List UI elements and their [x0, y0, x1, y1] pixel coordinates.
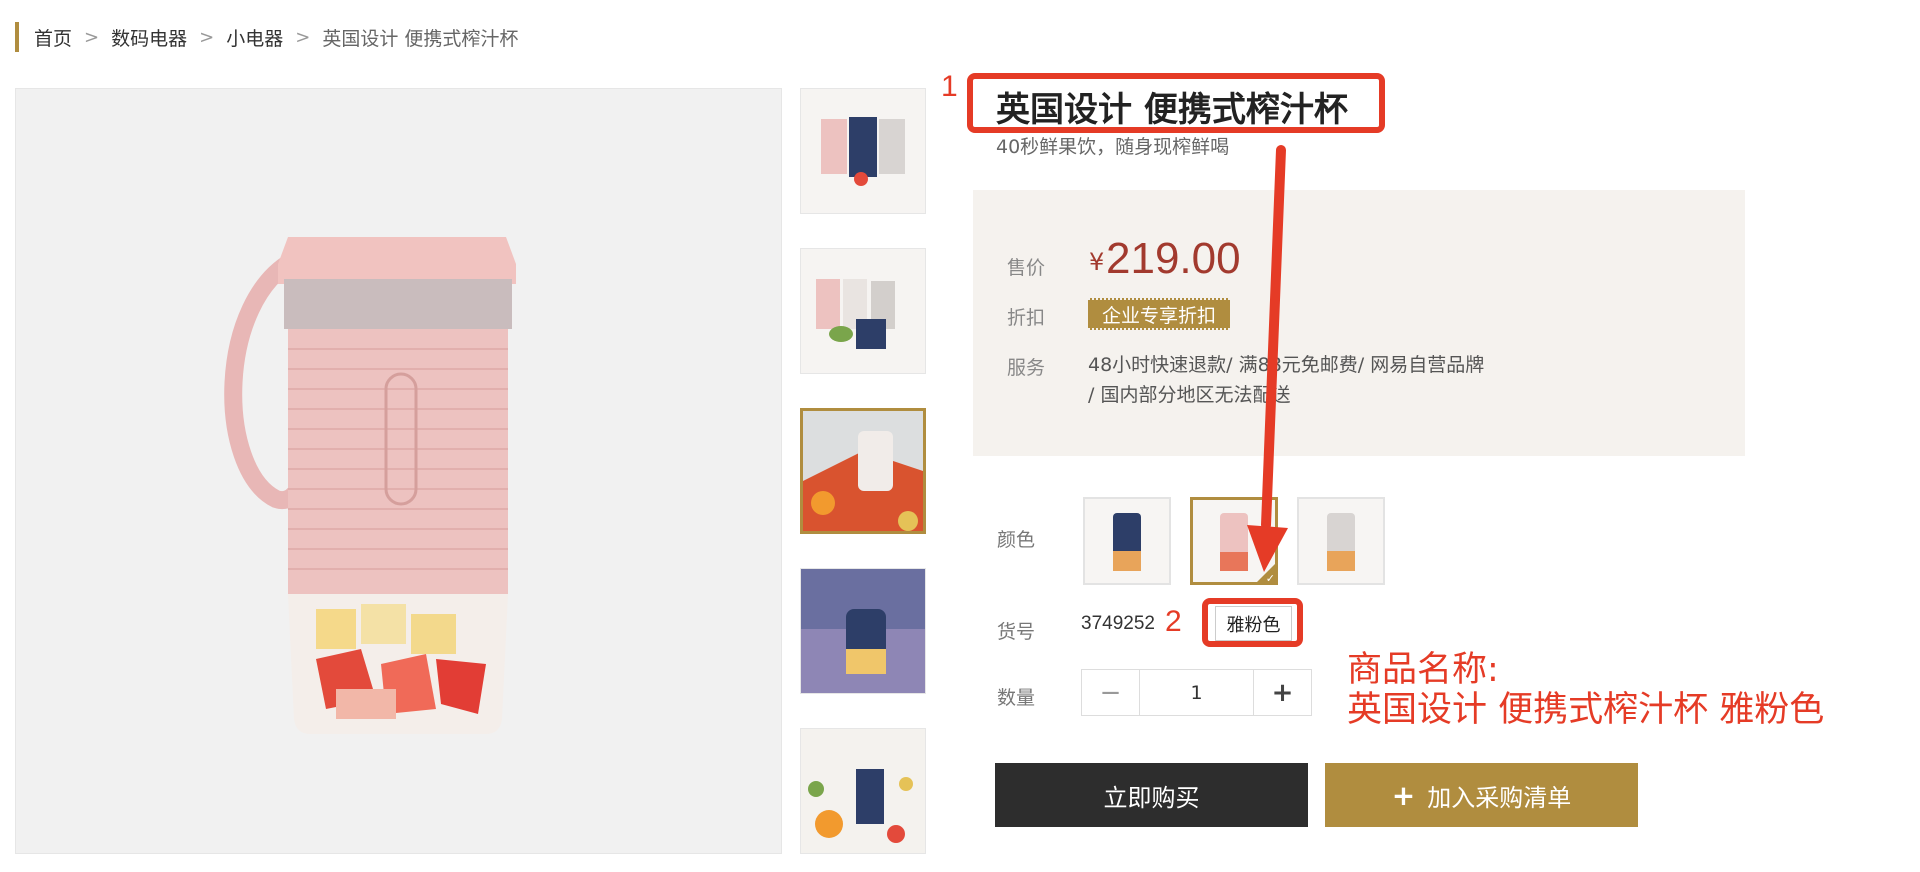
thumbnail-1[interactable]	[800, 88, 926, 214]
annotation-note: 商品名称: 英国设计 便携式榨汁杯 雅粉色	[1347, 650, 1824, 730]
chevron-right-icon: >	[199, 26, 215, 48]
breadcrumb-digital-appliances[interactable]: 数码电器	[111, 24, 187, 51]
annotation-number-2: 2	[1165, 605, 1182, 638]
chevron-right-icon: >	[84, 26, 100, 48]
sku-value: 3749252	[1081, 613, 1155, 634]
quantity-increase-button[interactable]: +	[1254, 670, 1311, 715]
discount-label: 折扣	[1007, 307, 1046, 329]
buy-now-button[interactable]: 立即购买	[995, 763, 1308, 827]
discount-tag: 企业专享折扣	[1088, 298, 1231, 330]
color-swatch-gray[interactable]	[1297, 497, 1385, 585]
quantity-label: 数量	[997, 687, 1036, 709]
price-value: 219.00	[1106, 234, 1241, 283]
quantity-input[interactable]: 1	[1139, 670, 1254, 715]
breadcrumb-small-appliances[interactable]: 小电器	[226, 24, 283, 51]
color-swatch-pink[interactable]: ✓	[1190, 497, 1278, 585]
plus-icon: +	[1391, 778, 1416, 812]
thumbnail-2[interactable]	[800, 248, 926, 374]
breadcrumb-home[interactable]: 首页	[34, 24, 72, 51]
add-to-purchase-list-button[interactable]: + 加入采购清单	[1325, 763, 1638, 827]
quantity-decrease-button[interactable]: −	[1082, 670, 1139, 715]
thumbnail-3[interactable]	[800, 408, 926, 534]
product-title: 英国设计 便携式榨汁杯	[996, 90, 1348, 130]
price-label: 售价	[1007, 257, 1046, 279]
breadcrumb-accent-bar	[15, 22, 19, 52]
product-subtitle: 40秒鲜果饮，随身现榨鲜喝	[996, 136, 1230, 158]
service-line-2: / 国内部分地区无法配送	[1088, 384, 1291, 406]
breadcrumb: 首页 > 数码电器 > 小电器 > 英国设计 便携式榨汁杯	[34, 22, 518, 52]
selected-color-chip: 雅粉色	[1215, 606, 1292, 641]
thumbnail-4[interactable]	[800, 568, 926, 694]
quantity-stepper: − 1 +	[1081, 669, 1312, 716]
main-product-image	[15, 88, 782, 854]
service-label: 服务	[1007, 357, 1046, 379]
breadcrumb-current: 英国设计 便携式榨汁杯	[322, 27, 519, 50]
color-swatch-navy[interactable]	[1083, 497, 1171, 585]
add-to-purchase-list-label: 加入采购清单	[1427, 783, 1572, 812]
chevron-right-icon: >	[295, 26, 311, 48]
service-text: 48小时快速退款/ 满88元免邮费/ 网易自营品牌 / 国内部分地区无法配送	[1088, 350, 1548, 410]
sku-label: 货号	[997, 621, 1036, 643]
color-label: 颜色	[997, 529, 1036, 551]
annotation-note-line-1: 商品名称:	[1347, 650, 1499, 690]
currency-symbol: ¥	[1089, 248, 1105, 276]
service-line-1: 48小时快速退款/ 满88元免邮费/ 网易自营品牌	[1088, 354, 1485, 376]
annotation-note-line-2: 英国设计 便携式榨汁杯 雅粉色	[1347, 690, 1825, 730]
annotation-number-1: 1	[941, 70, 958, 103]
thumbnail-5[interactable]	[800, 728, 926, 854]
